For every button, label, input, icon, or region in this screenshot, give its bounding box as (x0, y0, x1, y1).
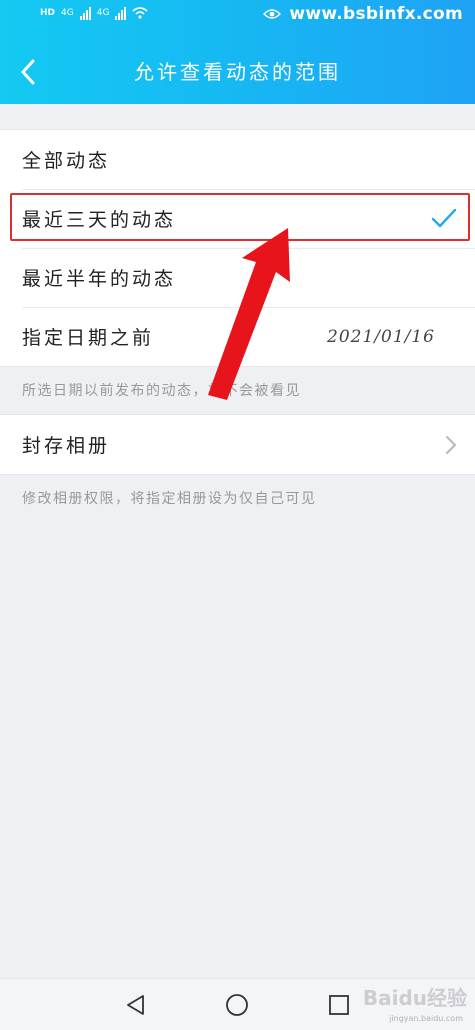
eye-icon (263, 9, 282, 19)
album-label: 封存相册 (22, 435, 111, 457)
signal-icon-2 (115, 6, 127, 20)
check-icon (431, 208, 457, 228)
option-last-three-days[interactable]: 最近三天的动态 (0, 189, 475, 248)
option-label: 全部动态 (22, 150, 111, 172)
nav-back-icon[interactable] (124, 993, 148, 1017)
range-options-list: 全部动态 最近三天的动态 最近半年的动态 指定日期之前 2021/01/16 (0, 129, 475, 367)
nav-recents-icon[interactable] (327, 993, 351, 1017)
range-note: 所选日期以前发布的动态，将不会被看见 (22, 383, 301, 399)
selected-date: 2021/01/16 (327, 326, 435, 347)
option-all-posts[interactable]: 全部动态 (0, 130, 475, 189)
album-note: 修改相册权限，将指定相册设为仅自己可见 (22, 491, 317, 507)
nav-home-icon[interactable] (225, 993, 249, 1017)
net-4g-label-1: 4G (61, 8, 74, 18)
app-header: HD 4G 4G www.bsbinfx.com 允许查看动态的范围 (0, 0, 475, 104)
option-label: 最近半年的动态 (22, 268, 177, 290)
baidu-watermark: Baidu经验 (362, 986, 467, 1010)
option-label: 最近三天的动态 (22, 209, 177, 231)
chevron-right-icon (446, 436, 456, 454)
wifi-icon (132, 7, 148, 19)
net-4g-label-2: 4G (96, 8, 110, 18)
status-bar: HD 4G 4G www.bsbinfx.com (0, 0, 475, 34)
album-section: 封存相册 (0, 414, 475, 475)
option-label: 指定日期之前 (22, 327, 155, 349)
option-last-half-year[interactable]: 最近半年的动态 (0, 248, 475, 307)
option-before-date[interactable]: 指定日期之前 2021/01/16 (0, 307, 475, 366)
signal-icon (79, 6, 91, 20)
watermark-text: www.bsbinfx.com (289, 4, 463, 24)
hd-label-1: HD (40, 8, 56, 18)
status-left: HD 4G 4G (40, 6, 148, 20)
status-right: www.bsbinfx.com (263, 4, 463, 24)
archive-album-row[interactable]: 封存相册 (0, 415, 475, 474)
page-title: 允许查看动态的范围 (134, 60, 341, 84)
baidu-watermark-url: jingyan.baidu.com (389, 1014, 463, 1023)
